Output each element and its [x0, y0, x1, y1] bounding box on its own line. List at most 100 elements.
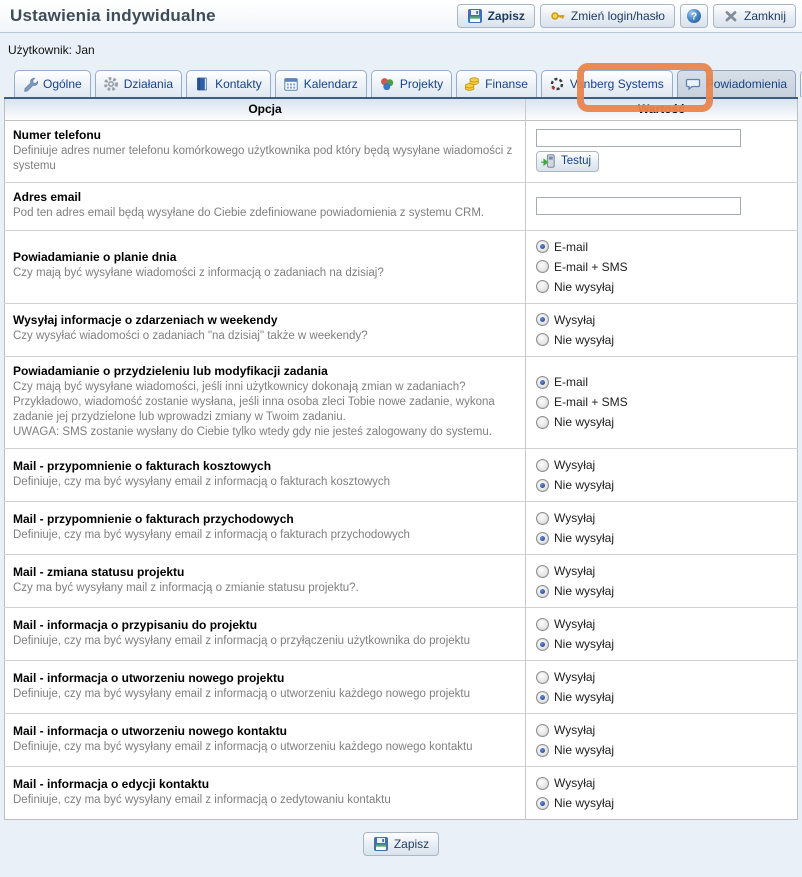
radio-button[interactable] [536, 532, 549, 545]
speech-bubble-icon [685, 76, 701, 92]
tab-kalendarz[interactable]: Kalendarz [275, 70, 367, 97]
radio-option[interactable]: E-mail [536, 372, 787, 392]
save-button-bottom[interactable]: Zapisz [363, 832, 439, 856]
tab-kontakty[interactable]: Kontakty [186, 70, 271, 97]
radio-option[interactable]: Wysyłaj [536, 773, 787, 793]
save-button[interactable]: Zapisz [457, 4, 535, 28]
value-cell: Wysyłaj Nie wysyłaj [526, 767, 798, 820]
radio-option[interactable]: Nie wysyłaj [536, 687, 787, 707]
radio-button[interactable] [536, 416, 549, 429]
value-cell: Wysyłaj Nie wysyłaj [526, 555, 798, 608]
tab-projekty[interactable]: Projekty [371, 70, 452, 97]
radio-option[interactable]: Wysyłaj [536, 455, 787, 475]
radio-button[interactable] [536, 724, 549, 737]
radio-option[interactable]: Nie wysyłaj [536, 581, 787, 601]
radio-label: Wysyłaj [554, 670, 595, 684]
radio-button[interactable] [536, 777, 549, 790]
tab-ogólne[interactable]: Ogólne [14, 70, 91, 97]
radio-label: Wysyłaj [554, 511, 595, 525]
radio-label: Nie wysyłaj [554, 280, 614, 294]
radio-option[interactable]: Wysyłaj [536, 508, 787, 528]
radio-button[interactable] [536, 744, 549, 757]
option-cell: Powiadamianie o przydzieleniu lub modyfi… [5, 356, 526, 449]
option-description: Definiuje, czy ma być wysyłany email z i… [13, 475, 515, 490]
radio-button[interactable] [536, 797, 549, 810]
radio-option[interactable]: Nie wysyłaj [536, 475, 787, 495]
radio-button[interactable] [536, 671, 549, 684]
option-cell: Mail - przypomnienie o fakturach przycho… [5, 502, 526, 555]
radio-button[interactable] [536, 512, 549, 525]
radio-button[interactable] [536, 565, 549, 578]
radio-button[interactable] [536, 260, 549, 273]
tab-vanberg-systems[interactable]: Vanberg Systems [541, 70, 673, 97]
change-login-button[interactable]: Zmień login/hasło [540, 4, 675, 28]
radio-label: Nie wysyłaj [554, 796, 614, 810]
option-title: Adres email [13, 190, 515, 204]
close-icon [723, 8, 739, 24]
radio-option[interactable]: Nie wysyłaj [536, 740, 787, 760]
table-row: Adres email Pod ten adres email będą wys… [5, 183, 798, 230]
radio-option[interactable]: Nie wysyłaj [536, 330, 787, 350]
option-description: Definiuje adres numer telefonu komórkowe… [13, 144, 515, 174]
tab-finanse[interactable]: Finanse [456, 70, 537, 97]
radio-option[interactable]: Nie wysyłaj [536, 412, 787, 432]
option-title: Mail - informacja o utworzeniu nowego pr… [13, 671, 515, 685]
radio-option[interactable]: E-mail + SMS [536, 392, 787, 412]
radio-button[interactable] [536, 280, 549, 293]
radio-option[interactable]: Nie wysyłaj [536, 528, 787, 548]
tab-label: Kalendarz [304, 77, 358, 91]
radio-button[interactable] [536, 396, 549, 409]
radio-button[interactable] [536, 585, 549, 598]
radio-option[interactable]: E-mail + SMS [536, 257, 787, 277]
radio-button[interactable] [536, 479, 549, 492]
radio-button[interactable] [536, 333, 549, 346]
value-cell: E-mail E-mail + SMS Nie wysyłaj [526, 356, 798, 449]
radio-button[interactable] [536, 691, 549, 704]
option-cell: Mail - informacja o przypisaniu do proje… [5, 608, 526, 661]
radio-option[interactable]: Nie wysyłaj [536, 634, 787, 654]
calendar-icon [283, 76, 299, 92]
value-cell: Wysyłaj Nie wysyłaj [526, 303, 798, 356]
radio-label: Wysyłaj [554, 723, 595, 737]
radio-label: Wysyłaj [554, 458, 595, 472]
radio-button[interactable] [536, 618, 549, 631]
radio-option[interactable]: Wysyłaj [536, 310, 787, 330]
test-sms-button[interactable]: Testuj [536, 151, 599, 172]
table-row: Powiadamianie o przydzieleniu lub modyfi… [5, 356, 798, 449]
radio-option[interactable]: Wysyłaj [536, 614, 787, 634]
option-description: Definiuje, czy ma być wysyłany email z i… [13, 740, 515, 755]
radio-option[interactable]: Nie wysyłaj [536, 793, 787, 813]
value-cell: Wysyłaj Nie wysyłaj [526, 449, 798, 502]
radio-button[interactable] [536, 313, 549, 326]
close-button[interactable]: Zamknij [713, 4, 796, 28]
option-title: Mail - zmiana statusu projektu [13, 565, 515, 579]
radio-label: Wysyłaj [554, 776, 595, 790]
email-address-input[interactable] [536, 197, 741, 215]
option-description: Czy wysyłać wiadomości o zadaniach "na d… [13, 329, 515, 344]
footer: Zapisz [0, 820, 802, 871]
radio-option[interactable]: Wysyłaj [536, 720, 787, 740]
radio-button[interactable] [536, 240, 549, 253]
tab-label: Powiadomienia [706, 77, 787, 91]
tab-label: Działania [124, 77, 173, 91]
option-description: Definiuje, czy ma być wysyłany email z i… [13, 793, 515, 808]
phone-number-input[interactable] [536, 129, 741, 147]
radio-label: E-mail [554, 375, 588, 389]
column-header-opcja: Opcja [5, 98, 526, 121]
table-row: Mail - informacja o przypisaniu do proje… [5, 608, 798, 661]
radio-option[interactable]: Wysyłaj [536, 561, 787, 581]
tab-powiadomienia[interactable]: Powiadomienia [677, 70, 796, 97]
tab-działania[interactable]: Działania [95, 70, 182, 97]
radio-button[interactable] [536, 638, 549, 651]
table-header-row: Opcja Wartość [5, 98, 798, 121]
value-cell: Testuj [526, 121, 798, 183]
radio-label: Nie wysyłaj [554, 531, 614, 545]
value-cell [526, 183, 798, 230]
radio-option[interactable]: Nie wysyłaj [536, 277, 787, 297]
option-cell: Numer telefonu Definiuje adres numer tel… [5, 121, 526, 183]
radio-option[interactable]: Wysyłaj [536, 667, 787, 687]
radio-button[interactable] [536, 459, 549, 472]
radio-button[interactable] [536, 376, 549, 389]
radio-option[interactable]: E-mail [536, 237, 787, 257]
help-button[interactable]: ? [680, 4, 708, 28]
